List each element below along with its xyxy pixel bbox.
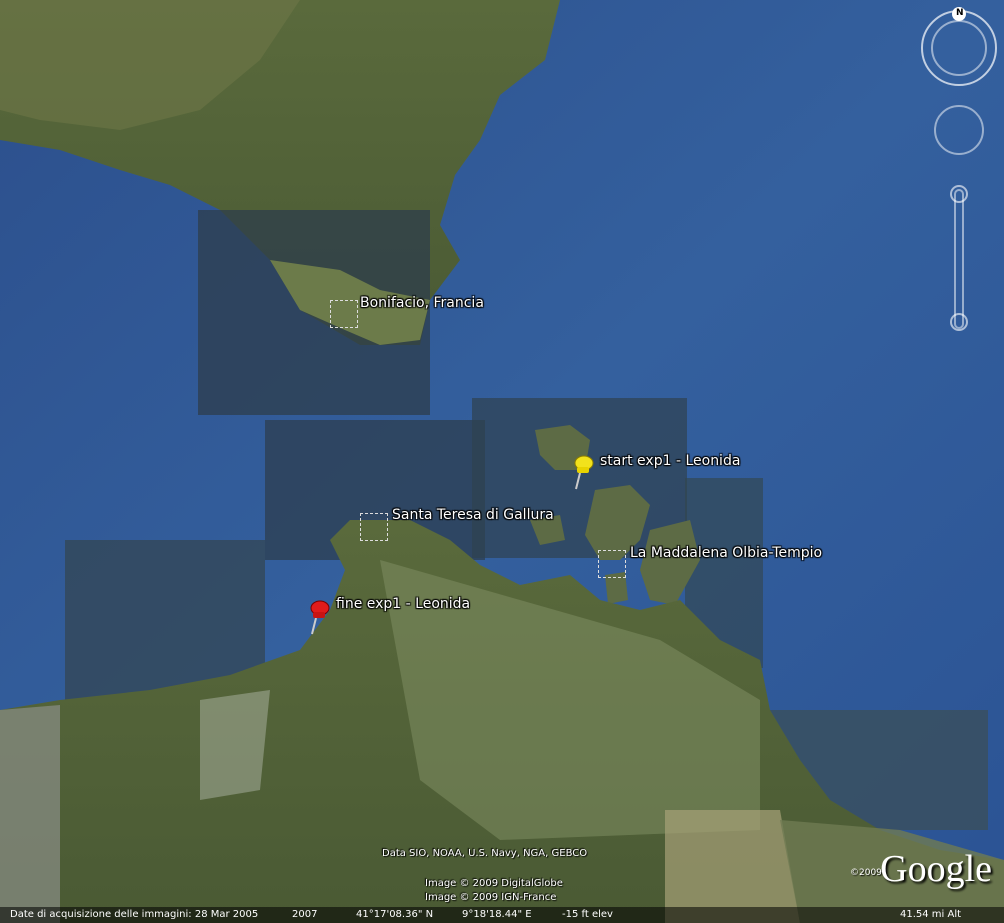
latitude-readout: 41°17'08.36" N	[356, 909, 434, 920]
image-credit-ign: Image © 2009 IGN-France	[425, 892, 557, 903]
imagery-year: 2007	[292, 909, 318, 920]
look-joystick[interactable]	[934, 105, 984, 155]
zoom-slider[interactable]	[950, 185, 968, 331]
santa-teresa-marker[interactable]	[360, 513, 388, 541]
place-label-santa-teresa[interactable]: Santa Teresa di Gallura	[392, 507, 554, 523]
map-imagery	[0, 0, 1004, 923]
altitude-readout: 41.54 mi Alt	[900, 909, 962, 920]
north-label: N	[956, 8, 964, 18]
satellite-map[interactable]: Bonifacio, Francia Santa Teresa di Gallu…	[0, 0, 1004, 923]
maddalena-marker[interactable]	[598, 550, 626, 578]
placemark-label-end[interactable]: fine exp1 - Leonida	[336, 596, 470, 612]
image-credit-digitalglobe: Image © 2009 DigitalGlobe	[425, 878, 563, 889]
imagery-date: Date di acquisizione delle immagini: 28 …	[10, 909, 259, 920]
bonifacio-marker[interactable]	[330, 300, 358, 328]
logo-year: ©2009	[850, 868, 882, 878]
data-credit: Data SIO, NOAA, U.S. Navy, NGA, GEBCO	[382, 848, 588, 859]
placemark-label-start[interactable]: start exp1 - Leonida	[600, 453, 740, 469]
longitude-readout: 9°18'18.44" E	[462, 909, 532, 920]
compass-ring[interactable]	[921, 10, 997, 86]
red-pushpin-icon[interactable]	[306, 598, 332, 636]
place-label-bonifacio[interactable]: Bonifacio, Francia	[360, 295, 484, 311]
google-logo: Google	[880, 848, 992, 890]
navigation-controls[interactable]	[914, 0, 1004, 340]
status-bar: Date di acquisizione delle immagini: 28 …	[0, 907, 1004, 923]
yellow-pushpin-icon[interactable]	[570, 453, 596, 491]
place-label-maddalena[interactable]: La Maddalena Olbia-Tempio	[630, 545, 822, 561]
elevation-readout: -15 ft elev	[562, 909, 613, 920]
